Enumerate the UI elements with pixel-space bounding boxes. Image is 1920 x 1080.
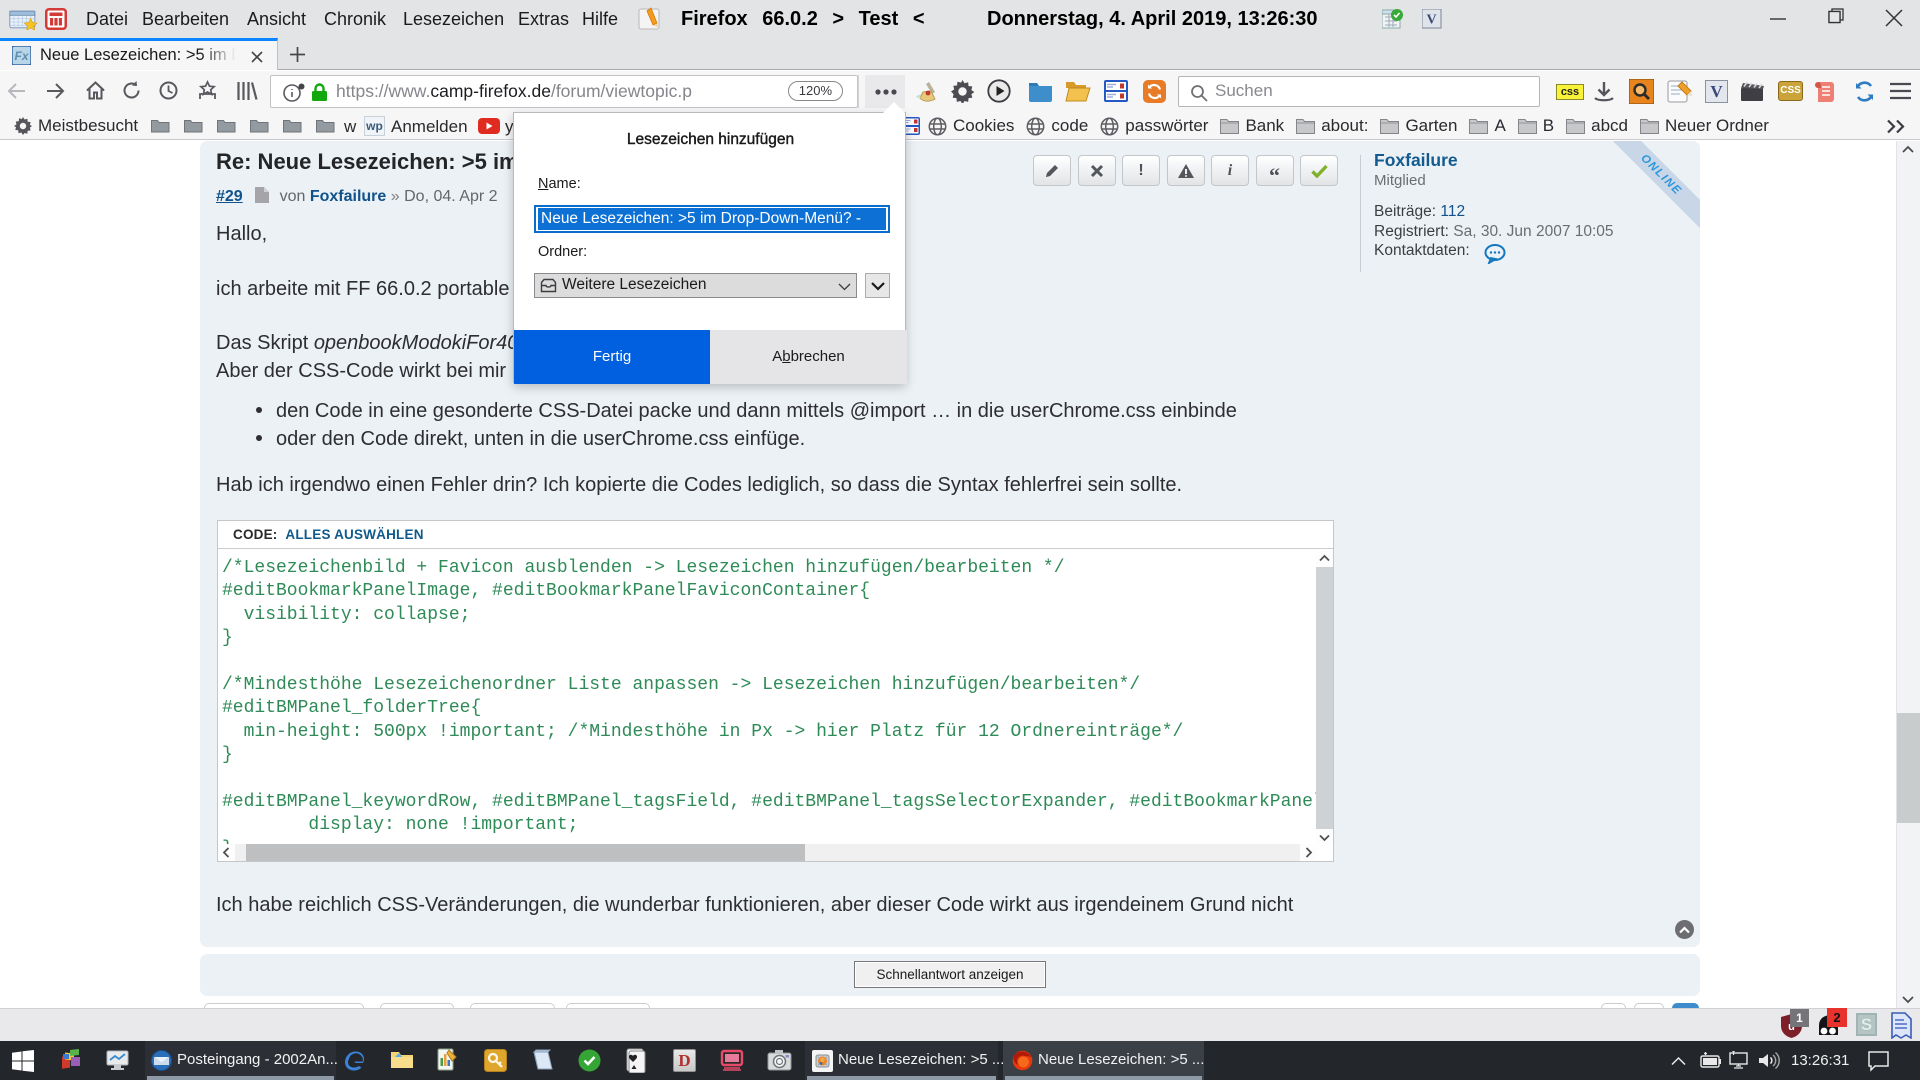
svg-text:Fx: Fx — [14, 49, 29, 63]
svg-text:V: V — [1426, 13, 1436, 28]
